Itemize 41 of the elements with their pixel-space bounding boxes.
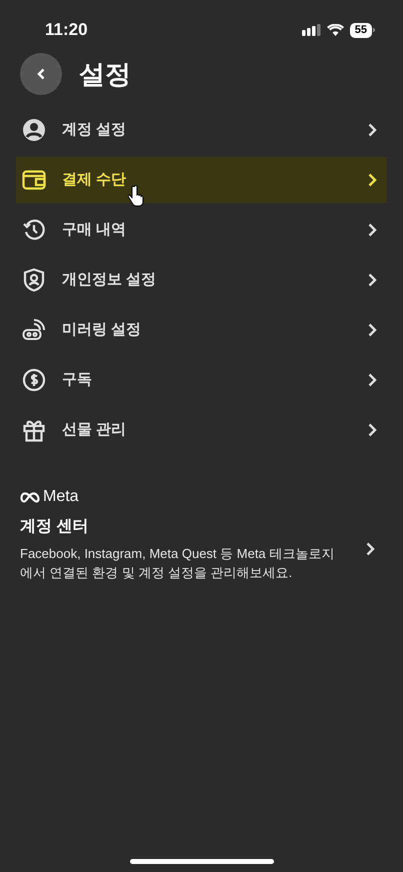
menu-item-label: 구독: [62, 370, 93, 390]
infinity-logo-icon: [20, 492, 40, 502]
chevron-right-icon: [368, 123, 377, 137]
shield-icon: [23, 268, 45, 292]
menu-item-label: 계정 설정: [62, 120, 128, 140]
gift-icon: [23, 418, 45, 442]
chevron-right-icon: [368, 223, 377, 237]
page-title: 설정: [79, 58, 131, 90]
hand-cursor-icon: [128, 185, 144, 207]
menu-item-label: 선물 관리: [62, 420, 128, 440]
menu-item[interactable]: 선물 관리: [16, 407, 387, 453]
menu-item-label: 결제 수단: [62, 170, 128, 190]
back-button[interactable]: [20, 53, 62, 95]
menu-item[interactable]: 계정 설정: [16, 107, 387, 153]
account-center-description: Facebook, Instagram, Meta Quest 등 Meta 테크놀로지에서 연결된 환경 및 계정 설정을 관리해보세요.: [20, 545, 336, 582]
signal-icon: [302, 24, 321, 36]
chevron-right-icon: [366, 542, 375, 556]
chevron-left-icon: [37, 68, 45, 80]
menu-item[interactable]: 미러링 설정: [16, 307, 387, 353]
account-center-link[interactable]: 계정 센터 Facebook, Instagram, Meta Quest 등 Meta 테크놀로지에서 연결된 환경 및 계정 설정을 관리해보세요.: [20, 515, 375, 582]
chevron-right-icon: [368, 373, 377, 387]
battery-indicator: 55: [350, 22, 372, 38]
menu-item[interactable]: 구매 내역: [16, 207, 387, 253]
headset-signal-icon: [22, 318, 46, 342]
brand-name: Meta: [43, 487, 79, 507]
wifi-icon: [326, 24, 344, 36]
status-time: 11:20: [45, 19, 88, 42]
chevron-right-icon: [368, 173, 377, 187]
history-icon: [22, 218, 46, 242]
chevron-right-icon: [368, 423, 377, 437]
menu-item[interactable]: 구독: [16, 357, 387, 403]
chevron-right-icon: [368, 323, 377, 337]
dollar-icon: [22, 368, 46, 392]
account-center-title: 계정 센터: [20, 517, 90, 537]
menu-item[interactable]: 개인정보 설정: [16, 257, 387, 303]
wallet-icon: [22, 169, 46, 191]
person-icon: [22, 118, 46, 142]
menu-item-label: 구매 내역: [62, 220, 128, 240]
menu-item-label: 개인정보 설정: [62, 270, 158, 290]
menu-item-label: 미러링 설정: [62, 320, 142, 340]
chevron-right-icon: [368, 273, 377, 287]
